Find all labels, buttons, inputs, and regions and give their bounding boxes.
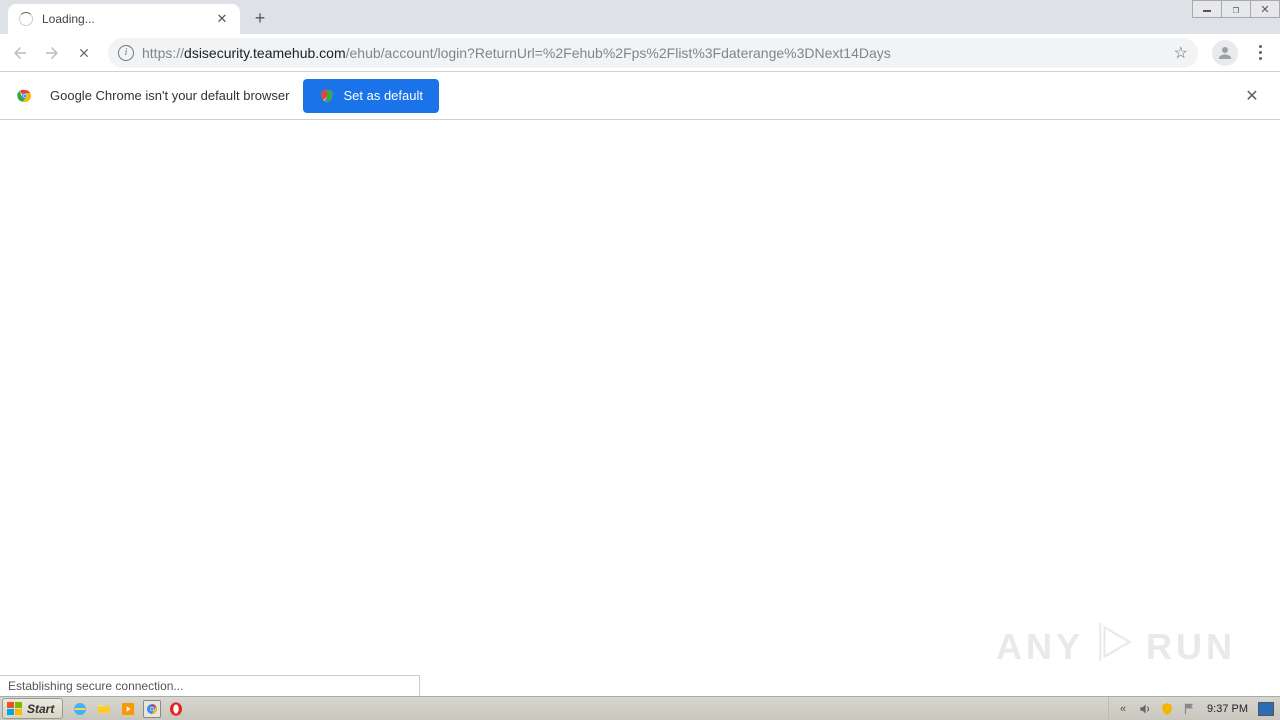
tray-expand-icon[interactable]: « <box>1115 701 1131 717</box>
close-icon <box>77 46 91 60</box>
window-maximize-button[interactable]: ❐ <box>1221 0 1251 18</box>
infobar-close-icon[interactable]: ✕ <box>1240 84 1264 108</box>
watermark-left: ANY <box>996 626 1084 668</box>
tab-close-icon[interactable]: ✕ <box>214 11 230 27</box>
opera-icon[interactable] <box>167 700 185 718</box>
loading-spinner-icon <box>18 11 34 27</box>
system-tray: « 9:37 PM <box>1108 697 1280 720</box>
ie-icon[interactable] <box>71 700 89 718</box>
tab-strip: Loading... ✕ + ❐ ✕ <box>0 0 1280 34</box>
shield-icon <box>319 88 335 104</box>
volume-icon[interactable] <box>1137 701 1153 717</box>
site-info-icon[interactable]: i <box>118 45 134 61</box>
forward-button[interactable] <box>38 39 66 67</box>
url-host: dsisecurity.teamehub.com <box>184 45 346 61</box>
address-bar[interactable]: i https://dsisecurity.teamehub.com/ehub/… <box>108 38 1198 68</box>
explorer-icon[interactable] <box>95 700 113 718</box>
play-triangle-icon <box>1094 621 1136 672</box>
window-close-button[interactable]: ✕ <box>1250 0 1280 18</box>
browser-tab[interactable]: Loading... ✕ <box>8 4 240 34</box>
tab-title: Loading... <box>42 12 214 26</box>
quicklaunch <box>65 697 191 720</box>
windows-taskbar: Start « 9:37 PM <box>0 696 1280 720</box>
arrow-left-icon <box>11 44 29 62</box>
page-status-bar: Establishing secure connection... <box>0 675 420 696</box>
url-path: /ehub/account/login?ReturnUrl=%2Fehub%2F… <box>346 45 891 61</box>
chrome-logo-icon <box>16 87 34 105</box>
back-button[interactable] <box>6 39 34 67</box>
page-content <box>0 120 1280 696</box>
infobar-message: Google Chrome isn't your default browser <box>50 88 289 103</box>
set-default-label: Set as default <box>343 88 423 103</box>
flag-tray-icon[interactable] <box>1181 701 1197 717</box>
url-text: https://dsisecurity.teamehub.com/ehub/ac… <box>142 45 1168 61</box>
default-browser-infobar: Google Chrome isn't your default browser… <box>0 72 1280 120</box>
new-tab-button[interactable]: + <box>246 4 274 32</box>
chrome-taskbar-icon[interactable] <box>143 700 161 718</box>
watermark-right: RUN <box>1146 626 1236 668</box>
media-icon[interactable] <box>119 700 137 718</box>
taskbar-clock[interactable]: 9:37 PM <box>1203 703 1252 715</box>
start-label: Start <box>27 702 54 716</box>
window-minimize-button[interactable] <box>1192 0 1222 18</box>
window-controls: ❐ ✕ <box>1193 0 1280 18</box>
windows-flag-icon <box>7 702 23 716</box>
anyrun-watermark: ANY RUN <box>996 621 1236 672</box>
show-desktop-button[interactable] <box>1258 701 1274 717</box>
shield-tray-icon[interactable] <box>1159 701 1175 717</box>
profile-button[interactable] <box>1212 40 1238 66</box>
browser-toolbar: i https://dsisecurity.teamehub.com/ehub/… <box>0 34 1280 72</box>
start-button[interactable]: Start <box>2 698 63 719</box>
arrow-right-icon <box>43 44 61 62</box>
person-icon <box>1216 44 1234 62</box>
browser-menu-button[interactable] <box>1246 39 1274 67</box>
url-scheme: https:// <box>142 45 184 61</box>
stop-button[interactable] <box>70 39 98 67</box>
bookmark-star-icon[interactable]: ☆ <box>1174 43 1188 63</box>
set-default-button[interactable]: Set as default <box>303 79 439 113</box>
